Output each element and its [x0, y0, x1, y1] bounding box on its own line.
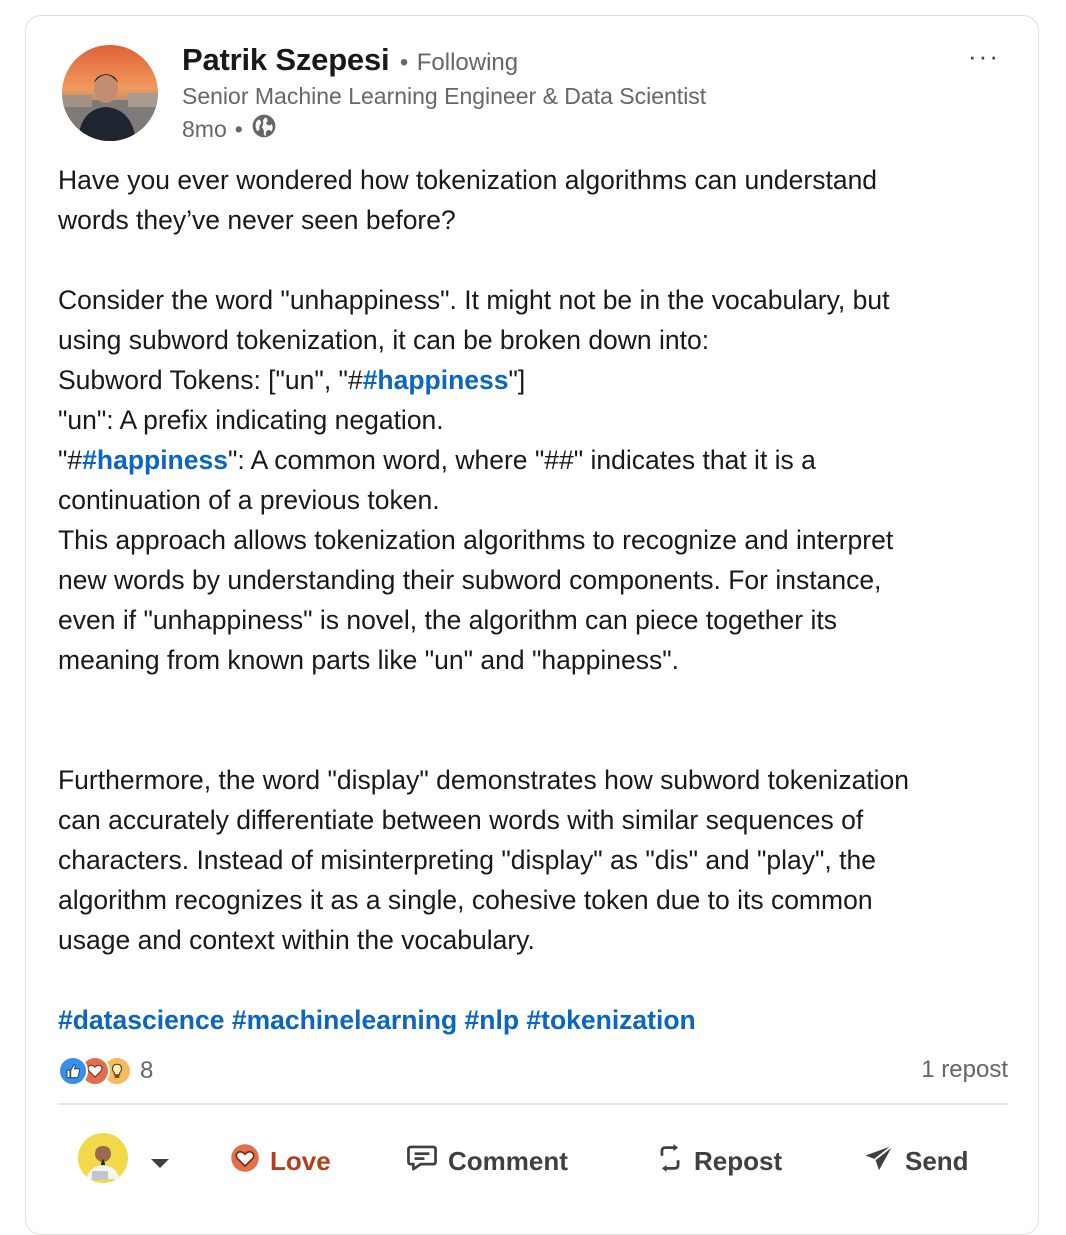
text-run: "# [58, 445, 83, 475]
post-line: meaning from known parts like "un" and "… [58, 645, 679, 675]
love-label: Love [270, 1145, 331, 1176]
author-name-line: Patrik Szepesi • Following [182, 42, 518, 78]
name-separator: • [399, 49, 409, 76]
action-bar: Love Comment Repost Send [58, 1130, 1008, 1192]
hashtag-nlp[interactable]: #nlp [465, 1005, 519, 1035]
hashtag-link[interactable]: #happiness [363, 365, 509, 395]
reaction-picker-button[interactable] [78, 1130, 180, 1192]
viewer-avatar [78, 1132, 138, 1190]
like-icon [58, 1056, 88, 1086]
post-line: words they’ve never seen before? [58, 205, 456, 235]
repost-icon [656, 1143, 694, 1180]
globe-icon [251, 113, 277, 145]
post-line: using subword tokenization, it can be br… [58, 325, 710, 355]
hashtag-machinelearning[interactable]: #machinelearning [232, 1005, 457, 1035]
text-run: ": A common word, where "##" indicates t… [227, 445, 816, 475]
more-options-button[interactable]: ··· [962, 38, 1006, 74]
post-time: 8mo [182, 115, 227, 142]
repost-label: Repost [694, 1145, 783, 1176]
post-line: algorithm recognizes it as a single, coh… [58, 885, 873, 915]
chevron-down-icon[interactable] [150, 1146, 180, 1177]
reaction-count[interactable]: 8 [140, 1057, 153, 1085]
post-line: "un": A prefix indicating negation. [58, 405, 444, 435]
reactions-summary[interactable]: 8 [58, 1056, 153, 1086]
send-button[interactable]: Send [863, 1130, 969, 1192]
post-line: Consider the word "unhappiness". It migh… [58, 285, 890, 315]
post-line: can accurately differentiate between wor… [58, 805, 864, 835]
send-label: Send [905, 1145, 969, 1176]
text-run: Subword Tokens: ["un", "# [58, 365, 363, 395]
hashtag-link[interactable]: #happiness [82, 445, 228, 475]
repost-button[interactable]: Repost [656, 1130, 782, 1192]
post-line: "##happiness": A common word, where "##"… [58, 440, 1018, 480]
follow-status[interactable]: Following [417, 49, 518, 76]
comment-button[interactable]: Comment [406, 1130, 568, 1192]
hashtag-row: #datascience #machinelearning #nlp #toke… [58, 1000, 1018, 1040]
love-icon [230, 1143, 270, 1180]
repost-count[interactable]: 1 repost [921, 1056, 1008, 1084]
send-icon [863, 1143, 905, 1180]
comment-label: Comment [448, 1145, 568, 1176]
post-line: characters. Instead of misinterpreting "… [58, 845, 876, 875]
author-headline: Senior Machine Learning Engineer & Data … [182, 83, 707, 109]
text-run: "] [508, 365, 526, 395]
post-line: Have you ever wondered how tokenization … [58, 165, 878, 195]
post-line: continuation of a previous token. [58, 485, 440, 515]
post-meta: 8mo • [182, 113, 277, 145]
author-name[interactable]: Patrik Szepesi [182, 42, 390, 77]
hashtag-datascience[interactable]: #datascience [58, 1005, 224, 1035]
post-line: This approach allows tokenization algori… [58, 525, 894, 555]
post-line: even if "unhappiness" is novel, the algo… [58, 605, 837, 635]
post-line: Furthermore, the word "display" demonstr… [58, 765, 910, 795]
comment-icon [406, 1143, 448, 1180]
post-text: Have you ever wondered how tokenization … [58, 160, 1018, 1040]
divider [58, 1103, 1008, 1105]
post-line: usage and context within the vocabulary. [58, 925, 535, 955]
meta-separator: • [234, 115, 243, 142]
post-line: new words by understanding their subword… [58, 565, 882, 595]
author-avatar[interactable] [62, 45, 158, 141]
hashtag-tokenization[interactable]: #tokenization [526, 1005, 695, 1035]
love-button[interactable]: Love [230, 1130, 331, 1192]
post-line: Subword Tokens: ["un", "##happiness"] [58, 360, 1018, 400]
